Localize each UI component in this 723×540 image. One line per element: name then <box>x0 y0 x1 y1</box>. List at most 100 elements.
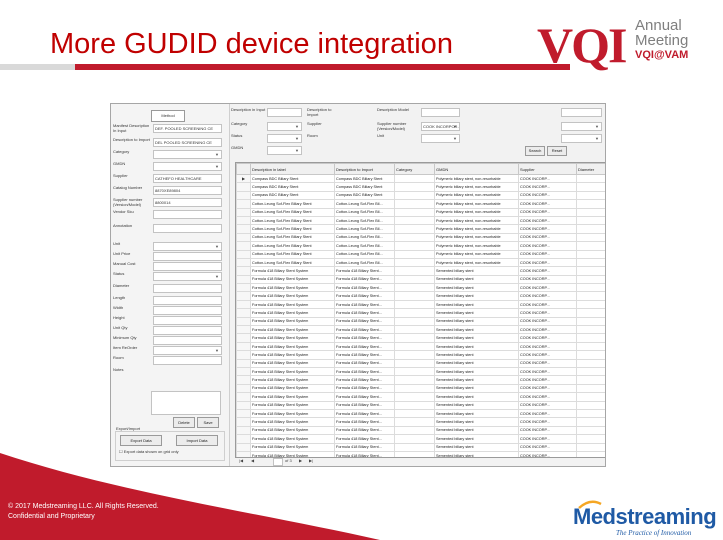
import-data-button[interactable]: Import Data <box>176 435 218 446</box>
row-selector[interactable] <box>236 182 251 192</box>
chevron-down-icon[interactable]: ▼ <box>215 244 219 249</box>
export-data-button[interactable]: Export Data <box>120 435 162 446</box>
chevron-down-icon[interactable]: ▼ <box>215 164 219 169</box>
chevron-down-icon[interactable]: ▼ <box>595 136 599 141</box>
row-selector[interactable] <box>236 400 251 410</box>
row-selector[interactable] <box>236 375 251 385</box>
grid-column-header[interactable]: GMDN <box>434 163 519 175</box>
row-selector[interactable] <box>236 249 251 259</box>
chevron-down-icon[interactable]: ▼ <box>215 348 219 353</box>
field-input[interactable]: 8870XE89804 <box>153 186 222 195</box>
chevron-down-icon[interactable]: ▼ <box>295 136 299 141</box>
field-input[interactable] <box>153 262 222 271</box>
field-input[interactable] <box>153 284 222 293</box>
grid-column-header[interactable]: Category <box>394 163 435 175</box>
search-field-input[interactable] <box>561 108 602 117</box>
table-row[interactable]: Formula 418 Biliary Stent System Formula … <box>236 366 605 377</box>
row-selector[interactable] <box>236 241 251 251</box>
table-row[interactable]: Cotton-Leung Sof-Flex Biliary Stent Cotto… <box>236 241 605 251</box>
table-row[interactable]: Cotton-Leung Sof-Flex Biliary Stent Cotto… <box>236 207 605 217</box>
field-input[interactable]: 8800014 <box>153 198 222 207</box>
field-input[interactable] <box>153 326 222 335</box>
row-pointer-icon[interactable]: ▶ <box>236 173 251 184</box>
table-row[interactable]: Formula 418 Biliary Stent System Formula … <box>236 333 605 343</box>
grid-column-header[interactable]: Description in label <box>250 163 335 175</box>
table-row[interactable]: Formula 418 Biliary Stent System Formula … <box>236 299 605 310</box>
row-selector[interactable] <box>236 350 251 360</box>
row-selector[interactable] <box>236 333 251 343</box>
field-input[interactable]: DEF. POOLED SCREENING CE <box>153 124 222 133</box>
table-row[interactable]: Formula 418 Biliary Stent System Formula … <box>236 375 605 385</box>
table-row[interactable]: Formula 418 Biliary Stent System Formula … <box>236 434 605 444</box>
save-button[interactable]: Save <box>197 417 219 428</box>
row-selector[interactable] <box>236 425 251 436</box>
field-input[interactable] <box>153 316 222 325</box>
search-button[interactable]: Search <box>525 146 545 156</box>
grid-column-header[interactable]: Supplier <box>518 163 577 175</box>
method-tab[interactable]: Method <box>151 110 185 122</box>
row-selector[interactable] <box>236 434 251 444</box>
row-selector[interactable] <box>236 257 251 268</box>
table-row[interactable]: Formula 418 Biliary Stent System Formula … <box>236 383 605 394</box>
table-row[interactable]: Formula 418 Biliary Stent System Formula … <box>236 308 605 318</box>
row-selector[interactable] <box>236 274 251 285</box>
row-selector[interactable] <box>236 358 251 369</box>
row-selector[interactable] <box>236 207 251 217</box>
row-selector[interactable] <box>236 215 251 226</box>
row-selector[interactable] <box>236 366 251 377</box>
field-input[interactable]: CATHEFO HEALTHCARE <box>153 174 222 183</box>
row-selector[interactable] <box>236 266 251 276</box>
reset-button[interactable]: Reset <box>547 146 567 156</box>
table-row[interactable]: Cotton-Leung Sof-Flex Biliary Stent Cotto… <box>236 224 605 234</box>
field-input[interactable] <box>153 336 222 345</box>
row-selector[interactable] <box>236 199 251 209</box>
grid-column-header[interactable]: Diameter <box>576 163 605 175</box>
table-row[interactable]: Formula 418 Biliary Stent System Formula … <box>236 408 605 419</box>
table-row[interactable]: Formula 418 Biliary Stent System Formula … <box>236 325 605 335</box>
notes-textarea[interactable] <box>151 391 221 415</box>
row-selector[interactable] <box>236 308 251 318</box>
search-field-input[interactable] <box>267 108 302 117</box>
row-selector[interactable] <box>236 224 251 234</box>
table-row[interactable]: Formula 418 Biliary Stent System Formula … <box>236 400 605 410</box>
table-row[interactable]: Formula 418 Biliary Stent System Formula … <box>236 341 605 352</box>
row-selector[interactable] <box>236 190 251 201</box>
table-row[interactable]: Formula 418 Biliary Stent System Formula … <box>236 358 605 369</box>
field-input[interactable] <box>153 224 222 233</box>
field-input[interactable] <box>153 346 222 355</box>
table-row[interactable]: Formula 418 Biliary Stent System Formula … <box>236 283 605 293</box>
chevron-down-icon[interactable]: ▼ <box>215 274 219 279</box>
grid-column-header[interactable]: Description to Import <box>334 163 395 175</box>
row-selector[interactable] <box>236 232 251 243</box>
table-row[interactable]: Formula 418 Biliary Stent System Formula … <box>236 425 605 436</box>
row-selector[interactable] <box>236 442 251 452</box>
field-input[interactable]: DEL POOLED SCREENING CE <box>153 138 222 147</box>
table-row[interactable]: Cotton-Leung Sof-Flex Biliary Stent Cotto… <box>236 199 605 209</box>
row-selector[interactable] <box>236 408 251 419</box>
field-input[interactable] <box>153 296 222 305</box>
chevron-down-icon[interactable]: ▼ <box>295 148 299 153</box>
row-selector[interactable] <box>236 283 251 293</box>
table-row[interactable]: Formula 418 Biliary Stent System Formula … <box>236 291 605 301</box>
field-input[interactable] <box>153 162 222 171</box>
chevron-down-icon[interactable]: ▼ <box>215 152 219 157</box>
row-selector[interactable] <box>236 383 251 394</box>
table-row[interactable]: Formula 418 Biliary Stent System Formula … <box>236 392 605 402</box>
table-row[interactable]: Formula 418 Biliary Stent System Formula … <box>236 274 605 285</box>
chevron-down-icon[interactable]: ▼ <box>595 124 599 129</box>
field-input[interactable] <box>153 150 222 159</box>
field-input[interactable] <box>153 252 222 261</box>
row-selector[interactable] <box>236 341 251 352</box>
table-row[interactable]: Formula 418 Biliary Stent System Formula … <box>236 316 605 327</box>
row-selector[interactable] <box>236 392 251 402</box>
table-row[interactable]: Formula 418 Biliary Stent System Formula … <box>236 266 605 276</box>
table-row[interactable]: Cotton-Leung Sof-Flex Biliary Stent Cotto… <box>236 215 605 226</box>
field-input[interactable] <box>153 356 222 365</box>
field-input[interactable] <box>153 306 222 315</box>
table-row[interactable]: Cotton-Leung Sof-Flex Biliary Stent Cotto… <box>236 232 605 243</box>
row-selector[interactable] <box>236 316 251 327</box>
field-input[interactable] <box>153 272 222 281</box>
table-row[interactable]: Cotton-Leung Sof-Flex Biliary Stent Cotto… <box>236 249 605 259</box>
table-row[interactable]: Cotton-Leung Sof-Flex Biliary Stent Cotto… <box>236 257 605 268</box>
table-row[interactable]: Formula 418 Biliary Stent System Formula … <box>236 442 605 452</box>
